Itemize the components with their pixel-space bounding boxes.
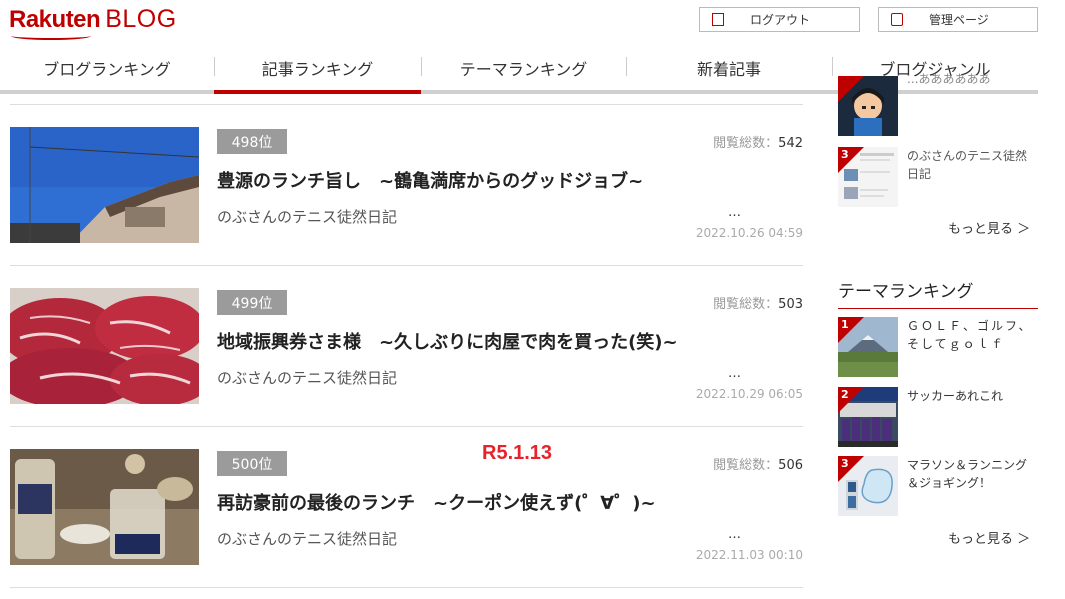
more-options-icon[interactable]: …: [728, 527, 742, 542]
article-title[interactable]: 豊源のランチ旨し ~鶴亀満席からのグッドジョブ~: [217, 167, 643, 193]
tab-theme-ranking[interactable]: テーマランキング: [421, 46, 626, 90]
blog-name[interactable]: ...ああああああ: [907, 70, 1037, 88]
logout-button[interactable]: ログアウト: [699, 7, 860, 32]
rank-badge: 498位: [217, 129, 287, 154]
article-item[interactable]: 498位 閲覧総数：542 豊源のランチ旨し ~鶴亀満席からのグッドジョブ~ の…: [10, 104, 803, 266]
admin-label: 管理ページ: [929, 13, 989, 27]
theme-ranking-item[interactable]: 2 サッカーあれこれ: [838, 387, 1038, 449]
more-blog-ranking-link[interactable]: もっと見る ＞: [948, 218, 1030, 237]
admin-page-button[interactable]: 管理ページ: [878, 7, 1038, 32]
article-thumbnail[interactable]: [10, 449, 199, 565]
blog-name[interactable]: のぶさんのテニス徒然日記: [907, 147, 1037, 183]
tab-new-articles[interactable]: 新着記事: [626, 46, 832, 90]
admin-user-icon: [891, 13, 903, 26]
tab-article-ranking[interactable]: 記事ランキング: [214, 46, 421, 94]
theme-name[interactable]: ＧＯＬＦ、ゴルフ、そしてｇｏｌｆ: [907, 317, 1037, 353]
view-count: 閲覧総数：542: [713, 132, 803, 151]
view-count: 閲覧総数：503: [713, 293, 803, 312]
view-count-value: 503: [778, 297, 803, 312]
article-title[interactable]: 地域振興券さま様 ~久しぶりに肉屋で肉を買った(笑)~: [217, 328, 678, 354]
tab-blog-ranking[interactable]: ブログランキング: [0, 46, 214, 90]
logout-icon: [712, 13, 724, 26]
article-date: 2022.10.26 04:59: [695, 226, 803, 240]
view-count-value: 506: [778, 458, 803, 473]
more-theme-ranking-link[interactable]: もっと見る ＞: [948, 528, 1030, 547]
theme-name[interactable]: マラソン＆ランニング＆ジョギング！: [907, 456, 1037, 492]
view-count-label: 閲覧総数：: [713, 136, 779, 151]
theme-ranking-heading: テーマランキング: [838, 277, 1038, 309]
theme-ranking-item[interactable]: 1 ＧＯＬＦ、ゴルフ、そしてｇｏｌｆ: [838, 317, 1038, 379]
theme-ranking-item[interactable]: 3 マラソン＆ランニング＆ジョギング！: [838, 456, 1038, 518]
blog-ranking-item[interactable]: ...ああああああ: [838, 72, 1038, 138]
article-author[interactable]: のぶさんのテニス徒然日記: [217, 367, 397, 388]
handwritten-date-annotation: R5.1.13: [482, 442, 553, 464]
logo-swoosh: [11, 32, 91, 40]
rank-badge: 499位: [217, 290, 287, 315]
theme-name[interactable]: サッカーあれこれ: [907, 387, 1037, 405]
rank-number: 3: [841, 457, 849, 470]
article-thumbnail[interactable]: [10, 288, 199, 404]
rank-number: 1: [841, 318, 849, 331]
divider: [10, 587, 803, 588]
article-thumbnail[interactable]: [10, 127, 199, 243]
rank-badge: 500位: [217, 451, 287, 476]
logo-sub: BLOG: [105, 5, 177, 33]
article-date: 2022.11.03 00:10: [695, 548, 803, 562]
logout-label: ログアウト: [750, 13, 811, 27]
rank-number: 3: [841, 148, 849, 161]
view-count-value: 542: [778, 136, 803, 151]
view-count-label: 閲覧総数：: [713, 297, 779, 312]
logo-brand: Rakuten: [9, 6, 101, 33]
view-count: 閲覧総数：506: [713, 454, 803, 473]
article-item[interactable]: 500位 閲覧総数：506 再訪豪前の最後のランチ ~クーポン使えず(゜∀゜)~…: [10, 426, 803, 588]
article-item[interactable]: 499位 閲覧総数：503 地域振興券さま様 ~久しぶりに肉屋で肉を買った(笑)…: [10, 265, 803, 427]
article-title[interactable]: 再訪豪前の最後のランチ ~クーポン使えず(゜∀゜)~: [217, 489, 656, 515]
article-date: 2022.10.29 06:05: [695, 387, 803, 401]
article-author[interactable]: のぶさんのテニス徒然日記: [217, 528, 397, 549]
blog-ranking-item[interactable]: 3 のぶさんのテニス徒然日記: [838, 147, 1038, 209]
more-options-icon[interactable]: …: [728, 366, 742, 381]
rank-number: 2: [841, 388, 849, 401]
more-options-icon[interactable]: …: [728, 205, 742, 220]
view-count-label: 閲覧総数：: [713, 458, 779, 473]
rank-badge: [838, 76, 864, 102]
rakuten-blog-logo[interactable]: Rakuten BLOG: [9, 5, 177, 40]
article-author[interactable]: のぶさんのテニス徒然日記: [217, 206, 397, 227]
